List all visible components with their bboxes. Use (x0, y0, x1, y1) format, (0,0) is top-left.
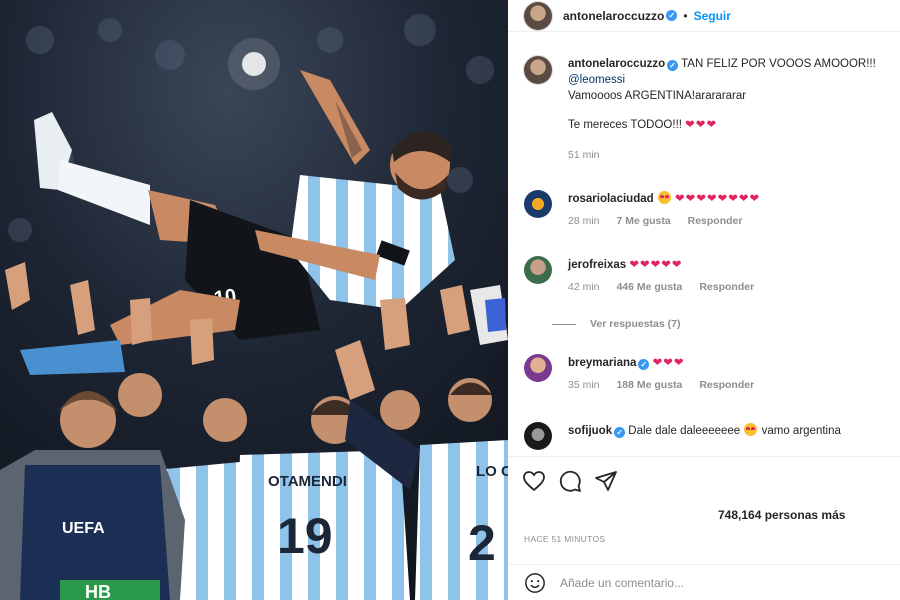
caption-hearts: ❤❤❤ (685, 119, 718, 131)
caption-avatar[interactable] (524, 56, 552, 84)
comment-icon[interactable] (558, 469, 582, 493)
commenter-avatar[interactable] (524, 256, 552, 284)
author-username[interactable]: antonelaroccuzzo (563, 9, 664, 23)
comment-likes[interactable]: 7 Me gusta (616, 215, 670, 227)
post-header: antonelaroccuzzo ✓ • Seguir (508, 0, 900, 32)
comment-item: sofijuok ✓ Dale dale daleeeeeee vamo arge… (524, 422, 841, 450)
comment-time: 28 min (568, 215, 600, 227)
verified-badge-icon: ✓ (666, 10, 678, 21)
comment-input[interactable] (560, 575, 860, 590)
verified-badge-icon: ✓ (638, 359, 650, 370)
jersey-name-otamendi: OTAMENDI (268, 473, 347, 490)
jersey-number-2: 2 (468, 515, 496, 571)
commenter-avatar[interactable] (524, 354, 552, 382)
comment-text-after: vamo argentina (761, 425, 841, 437)
comment-time: 35 min (568, 379, 600, 391)
replies-divider (552, 323, 576, 325)
caption-text-line3: Vamoooos ARGENTINA!ararararar (568, 90, 747, 102)
comment-text: Dale dale daleeeeeee (628, 425, 741, 437)
comment-item: jerofreixas ❤❤❤❤❤ 42 min 446 Me gusta Re… (524, 256, 768, 295)
follow-button[interactable]: Seguir (694, 9, 731, 23)
commenter-avatar[interactable] (524, 422, 552, 450)
heart-eyes-emoji-icon (657, 191, 671, 204)
reply-button[interactable]: Responder (688, 215, 743, 227)
author-avatar[interactable] (524, 1, 552, 30)
commenter-avatar[interactable] (524, 190, 552, 218)
post-side-panel: antonelaroccuzzo ✓ • Seguir antonelarocc… (508, 0, 900, 600)
comment-item: rosariolaciudad ❤❤❤❤❤❤❤❤ 28 min 7 Me gus… (524, 190, 760, 229)
comment-username[interactable]: breymariana (568, 357, 636, 369)
caption-body: antonelaroccuzzo ✓ TAN FELIZ POR VOOOS AM… (568, 56, 876, 163)
comment-text: ❤❤❤❤❤❤❤❤ (675, 193, 761, 205)
post-timestamp: HACE 51 MINUTOS (524, 534, 606, 544)
comment-text: ❤❤❤❤❤ (629, 259, 683, 271)
likes-count[interactable]: 748,164 personas más (718, 508, 845, 522)
mention-link[interactable]: @leomessi (568, 74, 625, 86)
verified-badge-icon: ✓ (614, 427, 626, 438)
reply-button[interactable]: Responder (699, 281, 754, 293)
caption-text-line4: Te mereces TODOO!!! (568, 119, 682, 131)
header-separator: • (683, 8, 688, 23)
view-replies-button[interactable]: Ver respuestas (7) (552, 318, 680, 330)
caption-time: 51 min (568, 149, 600, 161)
comment-text: ❤❤❤ (652, 357, 685, 369)
comment-likes[interactable]: 446 Me gusta (616, 281, 682, 293)
comment-item: breymariana ✓ ❤❤❤ 35 min 188 Me gusta Res… (524, 354, 768, 393)
jersey-number-19: 19 (277, 508, 333, 564)
comment-time: 42 min (568, 281, 600, 293)
reply-button[interactable]: Responder (699, 379, 754, 391)
view-replies-label: Ver respuestas (7) (590, 318, 681, 330)
share-icon[interactable] (594, 469, 618, 493)
comment-username[interactable]: sofijuok (568, 425, 612, 437)
comment-username[interactable]: jerofreixas (568, 259, 626, 271)
emoji-picker-icon[interactable] (524, 572, 546, 594)
heart-icon[interactable] (522, 469, 546, 493)
add-comment-bar (508, 564, 900, 600)
comment-likes[interactable]: 188 Me gusta (616, 379, 682, 391)
caption: antonelaroccuzzo ✓ TAN FELIZ POR VOOOS AM… (524, 56, 876, 163)
comment-username[interactable]: rosariolaciudad (568, 193, 654, 205)
celebration-photo: 10 OTAMENDI 19 LO C 2 UEFA HB (0, 0, 508, 600)
post-actions (508, 456, 900, 504)
bib-uefa-text: UEFA (62, 520, 105, 537)
post-photo[interactable]: 10 OTAMENDI 19 LO C 2 UEFA HB (0, 0, 508, 600)
instagram-post: 10 OTAMENDI 19 LO C 2 UEFA HB antonelaro… (0, 0, 900, 600)
caption-text-line1: TAN FELIZ POR VOOOS AMOOOR!!! (681, 58, 876, 70)
bib-code-text: HB (85, 582, 111, 600)
verified-badge-icon: ✓ (667, 60, 679, 71)
heart-eyes-emoji-icon (744, 423, 758, 436)
caption-username[interactable]: antonelaroccuzzo (568, 58, 665, 70)
jersey-name-lo-c: LO C (476, 463, 508, 480)
